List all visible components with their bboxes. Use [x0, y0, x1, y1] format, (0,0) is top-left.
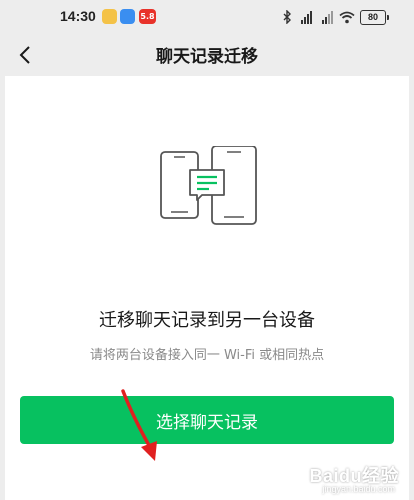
battery-icon: 80 [360, 9, 389, 25]
transfer-heading: 迁移聊天记录到另一台设备 [99, 310, 315, 331]
signal-icon [322, 10, 333, 24]
two-phones-transfer-icon [160, 146, 257, 225]
main-content: 迁移聊天记录到另一台设备 请将两台设备接入同一 Wi-Fi 或相同热点 选择聊天… [5, 76, 409, 500]
page-title: 聊天记录迁移 [156, 47, 258, 67]
annotation-arrow-icon [121, 389, 157, 461]
wifi-icon [339, 11, 355, 23]
watermark-sub: jingyan.baidu.com [322, 484, 395, 494]
bluetooth-icon [283, 10, 291, 24]
chat-notification-icon [102, 9, 117, 24]
transfer-hint: 请将两台设备接入同一 Wi-Fi 或相同热点 [89, 348, 325, 363]
app-icon [120, 9, 135, 24]
nav-bar: 聊天记录迁移 [0, 34, 414, 76]
status-indicators: 80 [283, 8, 389, 26]
select-chat-history-label: 选择聊天记录 [156, 412, 258, 433]
status-bar: 14:30 5.8 80 [0, 0, 414, 34]
status-time: 14:30 [60, 8, 96, 24]
watermark: Baidu经验 jingyan.baidu.com [293, 462, 403, 496]
select-chat-history-button[interactable]: 选择聊天记录 [20, 396, 394, 444]
signal-icon [301, 10, 312, 24]
shopping-app-icon: 5.8 [139, 9, 156, 24]
